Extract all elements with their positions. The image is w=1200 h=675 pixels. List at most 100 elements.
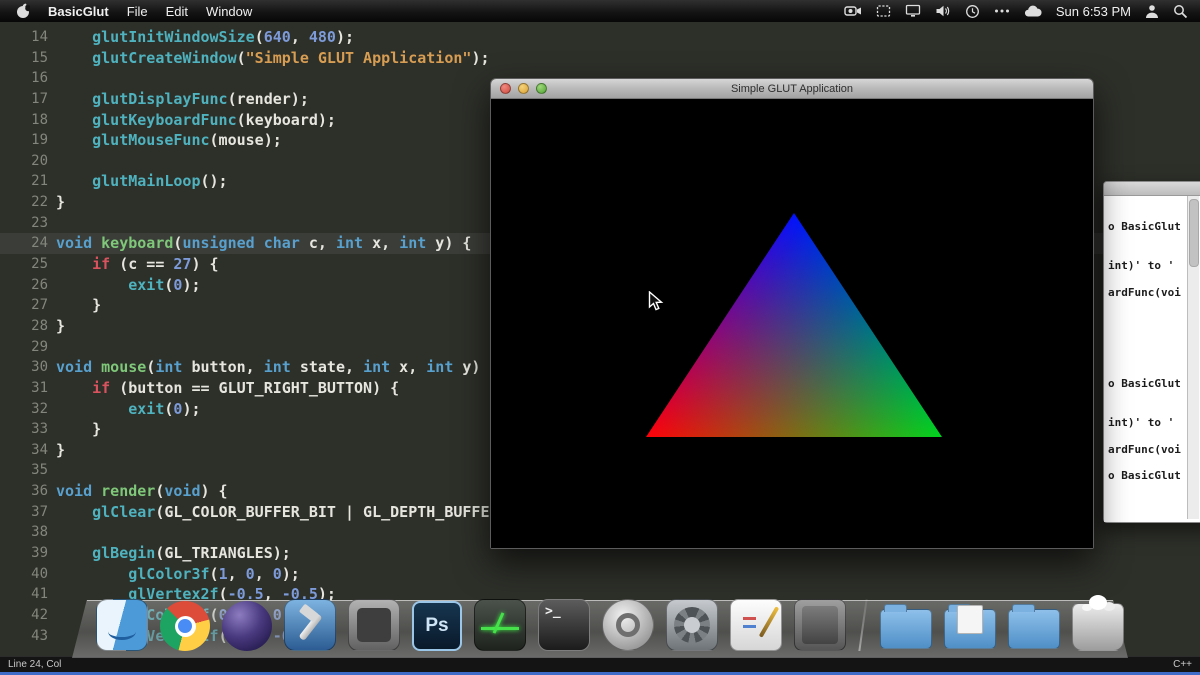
applications-folder-icon[interactable] bbox=[880, 604, 932, 649]
line-number: 23 bbox=[31, 214, 48, 231]
photoshop-icon[interactable]: Ps bbox=[412, 601, 462, 651]
line-number: 33 bbox=[31, 421, 48, 438]
line-number: 42 bbox=[31, 606, 48, 623]
line-number: 16 bbox=[31, 70, 48, 87]
log-line: int)' to ' bbox=[1108, 259, 1175, 272]
line-number: 15 bbox=[31, 49, 48, 66]
user-icon[interactable] bbox=[1145, 4, 1159, 19]
apple-logo-icon[interactable] bbox=[16, 3, 30, 19]
time-machine-icon[interactable] bbox=[965, 4, 980, 19]
cloud-icon[interactable] bbox=[1024, 5, 1042, 18]
line-number: 30 bbox=[31, 359, 48, 376]
log-line: o BasicGlut bbox=[1108, 220, 1181, 233]
line-number: 28 bbox=[31, 317, 48, 334]
code-text: glutCreateWindow("Simple GLUT Applicatio… bbox=[92, 48, 490, 67]
zoom-button[interactable] bbox=[536, 83, 547, 94]
line-number: 38 bbox=[31, 524, 48, 541]
terminal-icon-label: >_ bbox=[545, 604, 561, 619]
documents-folder-icon[interactable] bbox=[944, 604, 996, 649]
line-number: 22 bbox=[31, 194, 48, 211]
log-line: ardFunc(voi bbox=[1108, 286, 1181, 299]
window-traffic-lights bbox=[500, 83, 547, 94]
log-line: ardFunc(voi bbox=[1108, 443, 1181, 456]
chrome-icon[interactable] bbox=[160, 601, 210, 651]
cursor-position-label: Line 24, Col bbox=[8, 659, 62, 670]
active-app-name[interactable]: BasicGlut bbox=[48, 4, 109, 19]
menu-bar-right: Sun 6:53 PM bbox=[844, 4, 1200, 19]
line-number: 26 bbox=[31, 276, 48, 293]
log-window-content: o BasicGlut int)' to ' ardFunc(voi o BasicG… bbox=[1104, 196, 1200, 522]
minimize-button[interactable] bbox=[518, 83, 529, 94]
code-text: glutInitWindowSize(640, 480); bbox=[92, 28, 355, 46]
line-number: 27 bbox=[31, 297, 48, 314]
finder-icon[interactable] bbox=[96, 599, 148, 651]
volume-icon[interactable] bbox=[935, 4, 951, 18]
code-line[interactable]: 15 glutCreateWindow("Simple GLUT Applica… bbox=[0, 48, 1200, 69]
instruments-icon[interactable] bbox=[474, 599, 526, 651]
dots-icon[interactable] bbox=[994, 8, 1010, 14]
line-number: 18 bbox=[31, 111, 48, 128]
system-preferences-icon[interactable] bbox=[666, 599, 718, 651]
build-log-window[interactable]: o BasicGlut int)' to ' ardFunc(voi o BasicG… bbox=[1103, 181, 1200, 523]
line-number: 41 bbox=[31, 586, 48, 603]
photoshop-icon-label: Ps bbox=[425, 615, 449, 636]
menu-bar-left: BasicGlut File Edit Window bbox=[0, 3, 252, 19]
gray-app-icon[interactable] bbox=[348, 599, 400, 651]
xcode-icon[interactable] bbox=[284, 599, 336, 651]
log-line: int)' to ' bbox=[1108, 416, 1175, 429]
rgb-gradient-triangle bbox=[646, 213, 942, 437]
code-text: glColor3f(1, 0, 0); bbox=[128, 564, 300, 583]
log-line: o BasicGlut bbox=[1108, 469, 1181, 482]
scrollbar-thumb[interactable] bbox=[1189, 199, 1199, 267]
log-window-scrollbar[interactable] bbox=[1187, 196, 1199, 519]
app-menus: File Edit Window bbox=[127, 4, 253, 19]
dock: Ps >_ bbox=[96, 595, 1124, 651]
line-number: 29 bbox=[31, 338, 48, 355]
art-app-icon[interactable] bbox=[730, 599, 782, 651]
log-line: o BasicGlut bbox=[1108, 377, 1181, 390]
line-number: 39 bbox=[31, 545, 48, 562]
display-icon[interactable] bbox=[905, 4, 921, 18]
menu-bar: BasicGlut File Edit Window Sun 6:53 PM bbox=[0, 0, 1200, 22]
language-mode-label[interactable]: C++ bbox=[1173, 659, 1192, 670]
downloads-folder-icon[interactable] bbox=[1008, 604, 1060, 649]
menu-item-file[interactable]: File bbox=[127, 4, 148, 19]
line-number: 36 bbox=[31, 483, 48, 500]
line-number: 25 bbox=[31, 256, 48, 273]
glut-render-canvas[interactable] bbox=[491, 99, 1093, 548]
line-number: 40 bbox=[31, 565, 48, 582]
code-line[interactable]: 40 glColor3f(1, 0, 0); bbox=[0, 564, 1200, 585]
line-number: 32 bbox=[31, 400, 48, 417]
close-button[interactable] bbox=[500, 83, 511, 94]
triangle-green-layer bbox=[646, 213, 942, 437]
menu-item-window[interactable]: Window bbox=[206, 4, 252, 19]
glut-window-title: Simple GLUT Application bbox=[730, 82, 854, 95]
line-number: 24 bbox=[31, 235, 48, 252]
line-number: 31 bbox=[31, 379, 48, 396]
trash-icon[interactable] bbox=[1072, 595, 1124, 651]
line-number: 34 bbox=[31, 441, 48, 458]
utility-app-icon[interactable] bbox=[794, 599, 846, 651]
line-number: 43 bbox=[31, 627, 48, 644]
line-number: 35 bbox=[31, 462, 48, 479]
screen-record-icon[interactable] bbox=[844, 4, 862, 18]
menu-item-edit[interactable]: Edit bbox=[166, 4, 188, 19]
capture-icon[interactable] bbox=[876, 4, 891, 18]
glut-window-titlebar[interactable]: Simple GLUT Application bbox=[491, 79, 1093, 99]
spotlight-icon[interactable] bbox=[1173, 4, 1188, 19]
line-number: 19 bbox=[31, 132, 48, 149]
code-line[interactable]: 14 glutInitWindowSize(640, 480); bbox=[0, 27, 1200, 48]
mouse-cursor-icon bbox=[648, 290, 664, 318]
line-number: 14 bbox=[31, 29, 48, 45]
menu-clock[interactable]: Sun 6:53 PM bbox=[1056, 4, 1131, 19]
editor-status-bar: Line 24, Col C++ bbox=[0, 656, 1200, 672]
eclipse-icon[interactable] bbox=[222, 601, 272, 651]
line-number: 37 bbox=[31, 503, 48, 520]
dock-separator bbox=[858, 599, 868, 651]
line-number: 21 bbox=[31, 173, 48, 190]
glut-app-window[interactable]: Simple GLUT Application bbox=[490, 78, 1094, 549]
log-window-titlebar[interactable] bbox=[1104, 182, 1200, 196]
terminal-icon[interactable]: >_ bbox=[538, 599, 590, 651]
quicktime-icon[interactable] bbox=[602, 599, 654, 651]
line-number: 20 bbox=[31, 152, 48, 169]
